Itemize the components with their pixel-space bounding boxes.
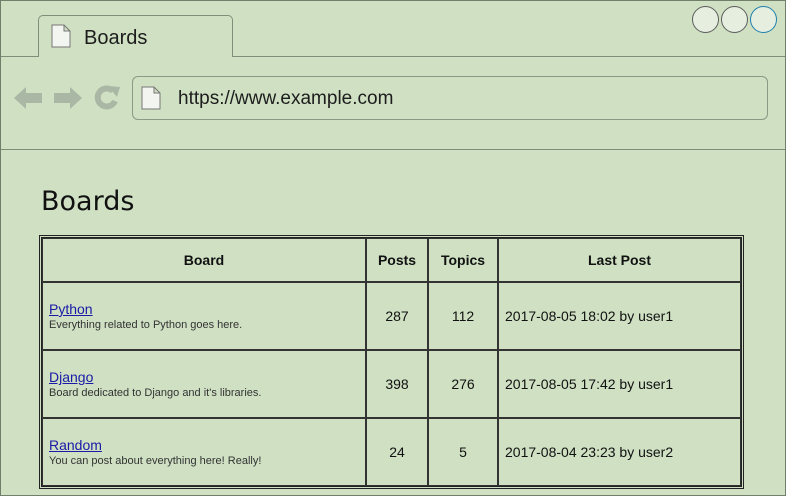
topics-count: 5 — [428, 418, 498, 486]
browser-window: Boards https://www.example.com Boards Bo… — [0, 0, 786, 496]
board-link-django[interactable]: Django — [49, 369, 359, 385]
page-content: Boards Board Posts Topics Last Post Pyth… — [1, 150, 785, 495]
posts-count: 398 — [366, 350, 428, 418]
column-header-last-post: Last Post — [498, 238, 741, 282]
board-description: Everything related to Python goes here. — [49, 319, 243, 331]
window-control-icon[interactable] — [750, 6, 777, 33]
page-icon — [141, 86, 161, 115]
last-post: 2017-08-05 17:42 by user1 — [498, 350, 741, 418]
url-text: https://www.example.com — [178, 88, 394, 109]
topics-count: 276 — [428, 350, 498, 418]
navigation-bar: https://www.example.com — [1, 57, 785, 150]
reload-icon[interactable] — [93, 85, 121, 116]
board-link-random[interactable]: Random — [49, 437, 359, 453]
topics-count: 112 — [428, 282, 498, 350]
window-controls — [692, 6, 777, 33]
board-link-python[interactable]: Python — [49, 301, 359, 317]
posts-count: 24 — [366, 418, 428, 486]
browser-tab[interactable]: Boards — [38, 15, 233, 57]
window-control-icon[interactable] — [692, 6, 719, 33]
address-bar[interactable]: https://www.example.com — [132, 76, 768, 120]
column-header-board: Board — [42, 238, 366, 282]
boards-table: Board Posts Topics Last Post Python Ever… — [39, 235, 744, 489]
page-title: Boards — [41, 186, 135, 217]
board-cell: Django Board dedicated to Django and it'… — [42, 350, 366, 418]
forward-arrow-icon[interactable] — [53, 85, 83, 116]
posts-count: 287 — [366, 282, 428, 350]
table-header-row: Board Posts Topics Last Post — [42, 238, 741, 282]
table-row: Django Board dedicated to Django and it'… — [42, 350, 741, 418]
last-post: 2017-08-05 18:02 by user1 — [498, 282, 741, 350]
tab-title: Boards — [84, 27, 148, 49]
column-header-posts: Posts — [366, 238, 428, 282]
back-arrow-icon[interactable] — [13, 85, 43, 116]
board-cell: Python Everything related to Python goes… — [42, 282, 366, 350]
table-row: Python Everything related to Python goes… — [42, 282, 741, 350]
tab-bar: Boards — [1, 1, 785, 57]
last-post: 2017-08-04 23:23 by user2 — [498, 418, 741, 486]
table-row: Random You can post about everything her… — [42, 418, 741, 486]
board-cell: Random You can post about everything her… — [42, 418, 366, 486]
window-control-icon[interactable] — [721, 6, 748, 33]
column-header-topics: Topics — [428, 238, 498, 282]
board-description: You can post about everything here! Real… — [49, 455, 262, 467]
page-icon — [51, 24, 71, 53]
board-description: Board dedicated to Django and it's libra… — [49, 387, 262, 399]
